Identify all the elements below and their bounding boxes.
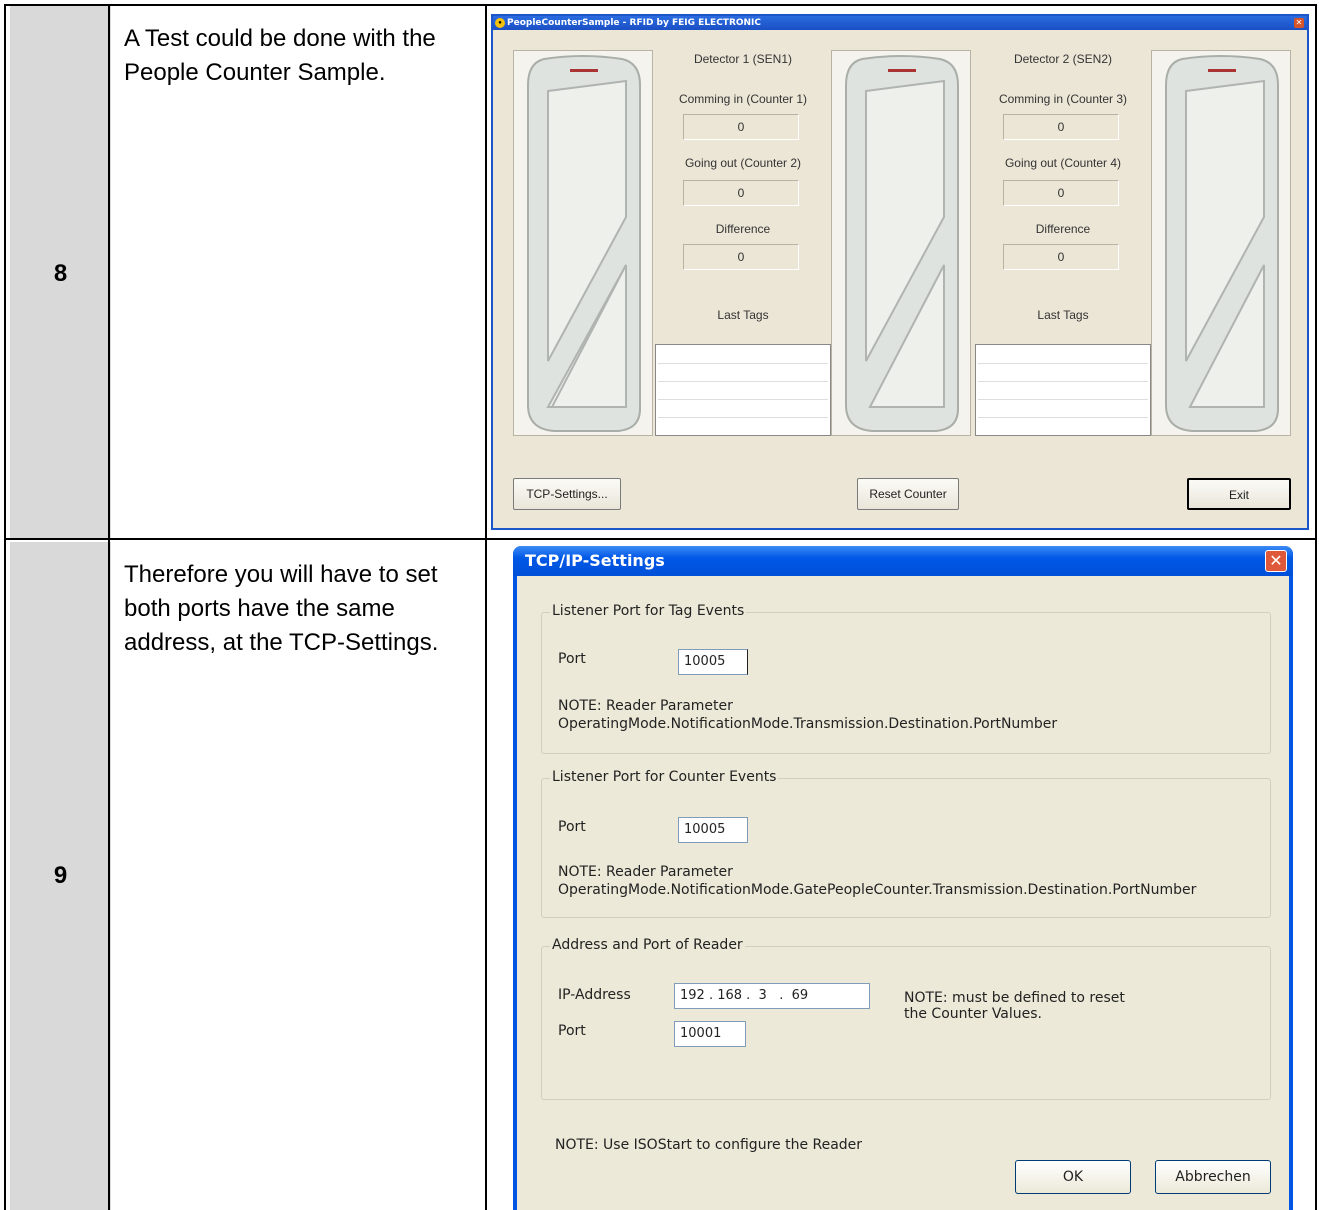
step-number-cell: 9 <box>10 542 111 1210</box>
last-tags-label: Last Tags <box>717 308 769 322</box>
table-border <box>4 4 1317 6</box>
close-icon[interactable]: ✕ <box>1265 550 1287 572</box>
window-title: PeopleCounterSample - RFID by FEIG ELECT… <box>507 18 762 28</box>
detector-1-panel: Detector 1 (SEN1) Comming in (Counter 1)… <box>655 30 831 436</box>
port-label: Port <box>558 1023 586 1039</box>
tag-events-group: Listener Port for Tag Events Port 10005 … <box>541 603 1271 754</box>
rfid-gate-icon <box>527 55 641 432</box>
counter-out-value: 0 <box>1003 180 1119 206</box>
cancel-button[interactable]: Abbrechen <box>1155 1160 1271 1194</box>
title-bar: TCP/IP-Settings ✕ <box>513 546 1293 576</box>
difference-value: 0 <box>683 244 799 270</box>
title-bar: ● PeopleCounterSample - RFID by FEIG ELE… <box>493 16 1307 30</box>
reader-address-group: Address and Port of Reader IP-Address 19… <box>541 937 1271 1100</box>
window-client: Detector 1 (SEN1) Comming in (Counter 1)… <box>493 30 1307 528</box>
step-number: 9 <box>53 862 68 889</box>
note-text: OperatingMode.NotificationMode.Transmiss… <box>558 716 1058 732</box>
dialog-client: Listener Port for Tag Events Port 10005 … <box>517 576 1289 1210</box>
table-border <box>1315 4 1317 1210</box>
ip-address-label: IP-Address <box>558 987 631 1003</box>
tcp-settings-button[interactable]: TCP-Settings... <box>513 478 621 510</box>
counter-out-label: Going out (Counter 4) <box>1004 156 1122 170</box>
people-counter-window: ● PeopleCounterSample - RFID by FEIG ELE… <box>491 14 1309 530</box>
exit-button[interactable]: Exit <box>1187 478 1291 510</box>
detector-2-panel: Detector 2 (SEN2) Comming in (Counter 3)… <box>975 30 1151 436</box>
last-tags-label: Last Tags <box>1037 308 1089 322</box>
ok-button[interactable]: OK <box>1015 1160 1131 1194</box>
counter-out-value: 0 <box>683 180 799 206</box>
difference-label: Difference <box>715 222 771 236</box>
counter-in-value: 0 <box>683 114 799 140</box>
reader-port-input[interactable]: 10001 <box>674 1021 746 1047</box>
table-border <box>108 4 110 1210</box>
reset-counter-button[interactable]: Reset Counter <box>857 478 959 510</box>
step-description: A Test could be done with the People Cou… <box>124 25 436 86</box>
counter-port-input[interactable]: 10005 <box>678 817 748 843</box>
last-tags-list[interactable] <box>975 344 1151 436</box>
counter-in-label: Comming in (Counter 1) <box>678 92 808 106</box>
close-icon[interactable]: ✕ <box>1294 18 1304 28</box>
bottom-note: NOTE: Use ISOStart to configure the Read… <box>555 1137 863 1153</box>
gate-image <box>831 50 971 436</box>
step-number: 8 <box>53 260 68 287</box>
gate-image <box>1151 50 1291 436</box>
detector-name: Detector 2 (SEN2) <box>1013 52 1113 66</box>
rfid-gate-icon <box>1165 55 1279 432</box>
difference-label: Difference <box>1035 222 1091 236</box>
app-icon: ● <box>495 18 505 28</box>
note-text: OperatingMode.NotificationMode.GatePeopl… <box>558 882 1197 898</box>
counter-in-label: Comming in (Counter 3) <box>998 92 1128 106</box>
dialog-title: TCP/IP-Settings <box>525 551 665 570</box>
port-label: Port <box>558 651 586 667</box>
step-number-cell: 8 <box>10 6 111 538</box>
group-legend: Address and Port of Reader <box>550 937 745 953</box>
note-text: NOTE: Reader Parameter <box>558 698 733 714</box>
port-label: Port <box>558 819 586 835</box>
tag-port-input[interactable]: 10005 <box>678 649 748 675</box>
ip-address-input[interactable]: 192 . 168 . 3 . 69 <box>674 983 870 1009</box>
group-legend: Listener Port for Tag Events <box>550 603 747 619</box>
counter-events-group: Listener Port for Counter Events Port 10… <box>541 769 1271 918</box>
rfid-gate-icon <box>845 55 959 432</box>
counter-in-value: 0 <box>1003 114 1119 140</box>
table-border <box>4 4 6 1210</box>
gate-image <box>513 50 653 436</box>
table-border <box>4 538 1317 540</box>
note-text: the Counter Values. <box>904 1006 1043 1022</box>
step-description: Therefore you will have to set both port… <box>124 561 439 656</box>
counter-out-label: Going out (Counter 2) <box>684 156 802 170</box>
difference-value: 0 <box>1003 244 1119 270</box>
table-border <box>485 4 487 1210</box>
detector-name: Detector 1 (SEN1) <box>693 52 793 66</box>
last-tags-list[interactable] <box>655 344 831 436</box>
note-text: NOTE: Reader Parameter <box>558 864 733 880</box>
tcp-settings-dialog: TCP/IP-Settings ✕ Listener Port for Tag … <box>513 546 1293 1210</box>
group-legend: Listener Port for Counter Events <box>550 769 779 785</box>
